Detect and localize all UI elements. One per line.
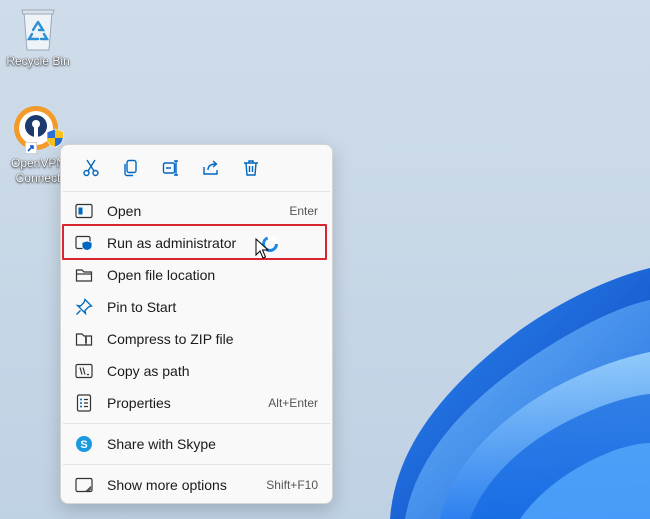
rename-button[interactable] (151, 151, 191, 185)
menu-item-label: Compress to ZIP file (107, 331, 234, 347)
folder-icon (75, 269, 93, 282)
cut-button[interactable] (71, 151, 111, 185)
pin-icon (75, 298, 93, 316)
menu-separator (63, 191, 330, 192)
recycle-bin-label: Recycle Bin (6, 54, 70, 68)
menu-item-label: Copy as path (107, 363, 190, 379)
properties-icon (76, 394, 92, 412)
menu-item-label: Show more options (107, 477, 227, 493)
recycle-bin-icon (21, 9, 55, 51)
svg-text:S: S (80, 439, 87, 451)
menu-item-open[interactable]: Open Enter (65, 195, 328, 227)
more-options-icon (75, 477, 93, 493)
context-menu: Open Enter Run as administrator Open fil… (60, 144, 333, 504)
shortcut-arrow-icon (25, 142, 37, 154)
delete-button[interactable] (231, 151, 271, 185)
menu-item-label: Share with Skype (107, 436, 216, 452)
skype-icon: S (76, 436, 92, 452)
menu-separator (63, 464, 330, 465)
menu-item-label: Pin to Start (107, 299, 177, 315)
menu-item-open-file-location[interactable]: Open file location (65, 259, 328, 291)
menu-item-share-with-skype[interactable]: S Share with Skype (65, 428, 328, 460)
copy-icon (124, 159, 137, 177)
cut-icon (83, 159, 99, 177)
menu-separator (63, 423, 330, 424)
menu-item-compress-to-zip[interactable]: Compress to ZIP file (65, 323, 328, 355)
delete-icon (244, 160, 258, 176)
share-icon (203, 160, 218, 175)
rename-icon (162, 160, 178, 176)
menu-item-pin-to-start[interactable]: Pin to Start (65, 291, 328, 323)
menu-item-shortcut: Enter (289, 204, 318, 218)
open-icon (75, 203, 93, 219)
menu-item-label: Open (107, 203, 142, 219)
copy-button[interactable] (111, 151, 151, 185)
menu-item-copy-as-path[interactable]: Copy as path (65, 355, 328, 387)
context-menu-toolbar (61, 145, 332, 191)
highlight-box (62, 224, 327, 260)
mouse-cursor-icon (255, 238, 269, 259)
menu-item-label: Open file location (107, 267, 216, 283)
menu-item-shortcut: Alt+Enter (268, 396, 318, 410)
zip-icon (75, 333, 93, 346)
menu-item-show-more-options[interactable]: Show more options Shift+F10 (65, 469, 328, 501)
menu-item-properties[interactable]: Properties Alt+Enter (65, 387, 328, 419)
menu-item-shortcut: Shift+F10 (266, 478, 318, 492)
share-button[interactable] (191, 151, 231, 185)
copy-path-icon (75, 363, 93, 379)
desktop-icon-recycle-bin[interactable]: Recycle Bin (0, 6, 76, 69)
menu-item-label: Properties (107, 395, 171, 411)
